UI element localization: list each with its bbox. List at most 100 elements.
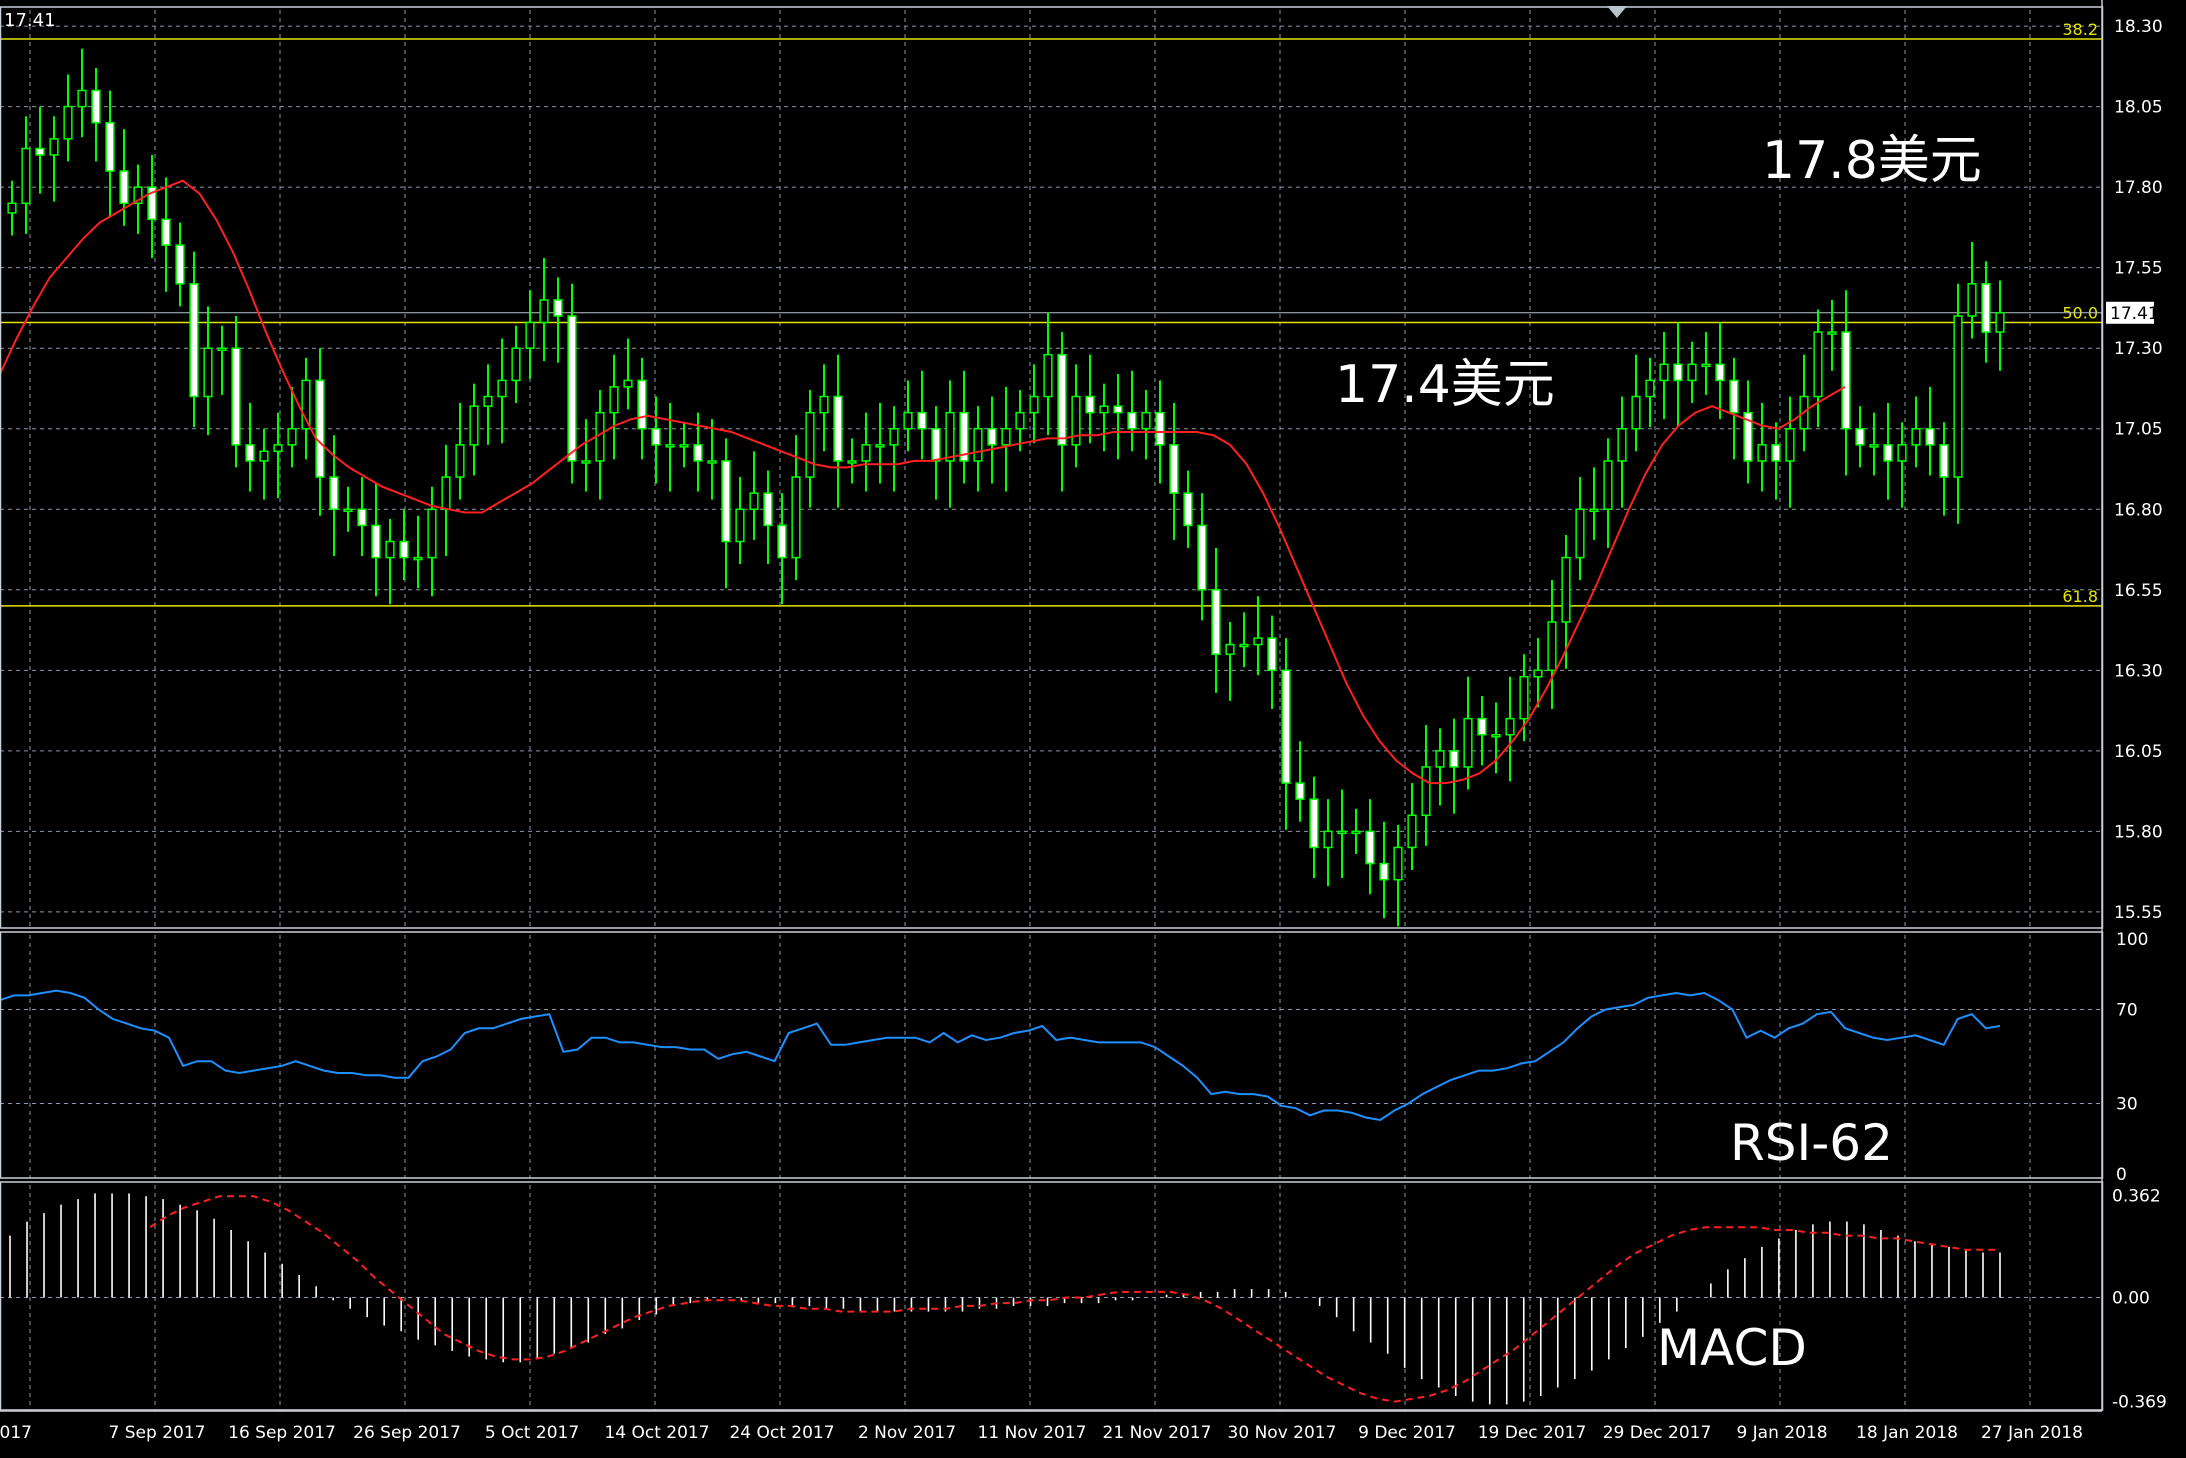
candle-body	[1701, 363, 1711, 368]
candle-body	[539, 299, 549, 324]
candle-body	[413, 556, 423, 561]
candle-body	[1841, 331, 1851, 430]
date-tick-label: 24 Oct 2017	[729, 1423, 834, 1443]
candle-body	[1715, 363, 1725, 382]
candle-body	[889, 427, 899, 446]
candle-body	[203, 347, 213, 398]
candle-body	[1085, 395, 1095, 414]
candle-body	[1631, 395, 1641, 430]
candle-body	[245, 444, 255, 462]
rsi-label: RSI-62	[1730, 1114, 1893, 1172]
candle-body	[1463, 717, 1473, 768]
price-tick-label: 18.30	[2114, 17, 2163, 37]
candle-body	[1673, 363, 1683, 382]
rsi-tick-label: 100	[2116, 930, 2148, 950]
candle-body	[651, 427, 661, 446]
candle-body	[623, 379, 633, 388]
candle-body	[1001, 427, 1011, 446]
candle-body	[1337, 830, 1347, 835]
candle-body	[861, 444, 871, 462]
candle-body	[581, 460, 591, 464]
candle-body	[1589, 508, 1599, 513]
price-tick-label: 15.80	[2114, 822, 2163, 842]
candle-body	[1925, 427, 1935, 446]
candle-body	[1687, 363, 1697, 382]
price-tick-label: 16.05	[2114, 742, 2163, 762]
candle-body	[1211, 589, 1221, 655]
candle-body	[1169, 444, 1179, 494]
candle-body	[833, 395, 843, 462]
candle-body	[1421, 766, 1431, 817]
candle-body	[1995, 312, 2005, 333]
fib-level-label: 61.8	[2062, 587, 2098, 606]
candle-body	[1155, 411, 1165, 446]
candle-body	[973, 427, 983, 462]
candle-body	[665, 444, 675, 448]
rsi-tick-label: 30	[2116, 1095, 2138, 1115]
price-tick-label: 17.55	[2114, 259, 2163, 279]
candle-body	[1351, 830, 1361, 835]
macd-tick-label: -0.369	[2112, 1392, 2167, 1412]
candle-body	[105, 121, 115, 172]
candle-body	[693, 444, 703, 462]
price-tick-label: 17.30	[2114, 339, 2163, 359]
candle-body	[161, 218, 171, 246]
candle-body	[1239, 643, 1249, 648]
candle-body	[1309, 798, 1319, 849]
candle-body	[945, 411, 955, 462]
macd-tick-label: 0.362	[2112, 1187, 2161, 1207]
candle-body	[1183, 492, 1193, 527]
candle-body	[903, 411, 913, 430]
candle-body	[259, 450, 269, 462]
candle-body	[1057, 353, 1067, 446]
candle-body	[35, 147, 45, 156]
candle-body	[231, 347, 241, 446]
candle-body	[1771, 444, 1781, 462]
candle-body	[847, 460, 857, 464]
candle-body	[1953, 315, 1963, 478]
candle-body	[315, 379, 325, 478]
candle-body	[371, 524, 381, 559]
current-price-label: 17.41	[2110, 304, 2159, 324]
candle-body	[1029, 395, 1039, 414]
candle-body	[1393, 846, 1403, 881]
date-tick-label: 9 Dec 2017	[1358, 1423, 1456, 1443]
candle-body	[343, 508, 353, 513]
candle-body	[875, 444, 885, 448]
date-tick-label: 14 Oct 2017	[604, 1423, 709, 1443]
candle-body	[679, 444, 689, 448]
candle-body	[1645, 379, 1655, 398]
candle-body	[1757, 444, 1767, 462]
candle-body	[609, 386, 619, 414]
candle-body	[497, 379, 507, 398]
date-tick-label: 29 Dec 2017	[1603, 1423, 1712, 1443]
candle-body	[1897, 444, 1907, 462]
candle-body	[1015, 411, 1025, 430]
date-tick-label: 7 Sep 2017	[109, 1423, 206, 1443]
candle-body	[1981, 283, 1991, 333]
candle-body	[777, 524, 787, 559]
candle-body	[1113, 405, 1123, 414]
candle-body	[931, 427, 941, 462]
candle-body	[1407, 814, 1417, 849]
price-tick-label: 15.55	[2114, 903, 2163, 923]
candle-body	[1911, 427, 1921, 446]
candle-body	[637, 379, 647, 430]
candle-body	[385, 540, 395, 559]
candle-body	[511, 347, 521, 382]
candle-body	[1967, 283, 1977, 317]
candle-body	[1323, 830, 1333, 849]
candle-body	[1043, 353, 1053, 398]
candle-body	[441, 476, 451, 511]
candle-body	[21, 147, 31, 205]
candle-body	[1253, 637, 1263, 646]
candle-body	[1883, 444, 1893, 462]
candle-body	[1379, 862, 1389, 881]
candle-body	[1141, 411, 1151, 430]
candle-body	[7, 202, 17, 214]
macd-tick-label: 0.00	[2112, 1289, 2150, 1309]
date-tick-label: 9 Jan 2018	[1736, 1423, 1827, 1443]
fib-level-label: 38.2	[2062, 20, 2098, 39]
candle-body	[483, 395, 493, 407]
price-tick-label: 18.05	[2114, 98, 2163, 118]
